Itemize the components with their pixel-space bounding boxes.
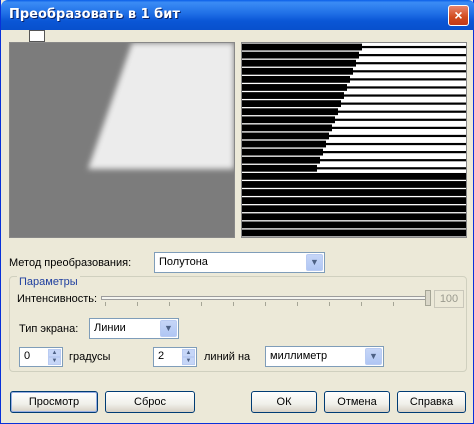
halftone-line bbox=[320, 159, 466, 162]
lines-value: 2 bbox=[158, 350, 165, 362]
halftone-line bbox=[353, 70, 466, 73]
spin-up-icon[interactable]: ▲ bbox=[48, 349, 61, 357]
close-button[interactable]: × bbox=[448, 5, 469, 26]
slider-tick bbox=[297, 302, 298, 306]
halftone-line bbox=[242, 132, 329, 140]
lines-spinner[interactable]: 2 ▲ ▼ bbox=[153, 347, 197, 367]
spin-down-icon[interactable]: ▼ bbox=[48, 357, 61, 365]
halftone-line bbox=[350, 78, 466, 81]
window-title: Преобразовать в 1 бит bbox=[9, 7, 180, 22]
slider-tick bbox=[201, 302, 202, 306]
halftone-line bbox=[242, 75, 350, 83]
angle-unit-label: градусы bbox=[69, 351, 111, 363]
dialog-window: Преобразовать в 1 бит × Метод преобразов… bbox=[0, 0, 474, 424]
intensity-value-field[interactable]: 100 bbox=[434, 290, 464, 308]
halftone-line bbox=[242, 43, 362, 51]
halftone-line bbox=[242, 221, 466, 229]
slider-tick bbox=[329, 302, 330, 306]
slider-tick bbox=[265, 302, 266, 306]
halftone-line bbox=[242, 156, 320, 164]
screen-type-value: Линии bbox=[94, 322, 126, 334]
halftone-line bbox=[341, 102, 466, 105]
result-preview-image bbox=[242, 43, 466, 237]
halftone-line bbox=[344, 94, 466, 97]
method-label: Метод преобразования: bbox=[9, 257, 132, 269]
angle-value: 0 bbox=[24, 350, 31, 362]
chevron-down-icon: ▼ bbox=[160, 320, 177, 337]
intensity-label: Интенсивность: bbox=[17, 293, 98, 305]
reset-button[interactable]: Сброс bbox=[105, 391, 195, 413]
halftone-line bbox=[356, 62, 466, 65]
halftone-line bbox=[335, 118, 466, 121]
cancel-button[interactable]: Отмена bbox=[324, 391, 390, 413]
halftone-line bbox=[242, 197, 466, 205]
intensity-slider[interactable] bbox=[101, 296, 429, 300]
halftone-line bbox=[242, 108, 338, 116]
halftone-line bbox=[242, 189, 466, 196]
halftone-line bbox=[242, 229, 466, 237]
intensity-slider-thumb[interactable] bbox=[425, 290, 431, 306]
slider-tick bbox=[361, 302, 362, 306]
title-bar[interactable]: Преобразовать в 1 бит × bbox=[1, 0, 474, 30]
slider-tick bbox=[233, 302, 234, 306]
unit-select[interactable]: миллиметр ▼ bbox=[265, 346, 384, 367]
halftone-line bbox=[242, 213, 466, 221]
spin-up-icon[interactable]: ▲ bbox=[182, 349, 195, 357]
result-preview bbox=[241, 42, 467, 238]
halftone-line bbox=[242, 148, 323, 156]
halftone-line bbox=[317, 167, 466, 170]
chevron-down-icon: ▼ bbox=[306, 254, 323, 271]
halftone-line bbox=[242, 51, 359, 59]
spinner-arrows[interactable]: ▲ ▼ bbox=[48, 349, 61, 365]
slider-tick bbox=[393, 302, 394, 306]
halftone-line bbox=[347, 86, 466, 89]
method-select[interactable]: Полутона ▼ bbox=[154, 252, 325, 273]
halftone-line bbox=[242, 59, 356, 67]
slider-tick bbox=[169, 302, 170, 306]
halftone-line bbox=[242, 181, 466, 188]
halftone-line bbox=[242, 100, 341, 108]
params-legend: Параметры bbox=[17, 276, 80, 288]
screen-type-select[interactable]: Линии ▼ bbox=[89, 318, 179, 339]
halftone-line bbox=[242, 140, 326, 148]
method-select-value: Полутона bbox=[159, 256, 208, 268]
halftone-line bbox=[323, 151, 466, 154]
halftone-line bbox=[242, 67, 353, 75]
original-preview-image bbox=[10, 43, 234, 237]
halftone-line bbox=[242, 92, 344, 99]
halftone-line bbox=[359, 54, 466, 57]
halftone-line bbox=[242, 116, 335, 124]
unit-select-value: миллиметр bbox=[270, 350, 328, 362]
ok-button[interactable]: ОК bbox=[251, 391, 317, 413]
spin-down-icon[interactable]: ▼ bbox=[182, 357, 195, 365]
slider-tick bbox=[105, 302, 106, 306]
angle-spinner[interactable]: 0 ▲ ▼ bbox=[19, 347, 63, 367]
halftone-line bbox=[326, 142, 466, 146]
lines-per-label: линий на bbox=[204, 351, 251, 363]
halftone-line bbox=[242, 205, 466, 213]
original-preview bbox=[9, 42, 235, 238]
halftone-line bbox=[332, 126, 466, 129]
chevron-down-icon: ▼ bbox=[365, 348, 382, 365]
preview-button[interactable]: Просмотр bbox=[10, 391, 98, 413]
halftone-line bbox=[242, 124, 332, 132]
halftone-line bbox=[242, 164, 317, 172]
halftone-line bbox=[242, 84, 347, 91]
help-button[interactable]: Справка bbox=[397, 391, 466, 413]
halftone-line bbox=[242, 172, 466, 180]
halftone-line bbox=[338, 110, 466, 113]
halftone-line bbox=[362, 45, 466, 49]
monitor-icon[interactable] bbox=[29, 30, 45, 45]
halftone-line bbox=[329, 134, 466, 138]
screen-type-label: Тип экрана: bbox=[19, 323, 79, 335]
spinner-arrows[interactable]: ▲ ▼ bbox=[182, 349, 195, 365]
slider-tick bbox=[137, 302, 138, 306]
